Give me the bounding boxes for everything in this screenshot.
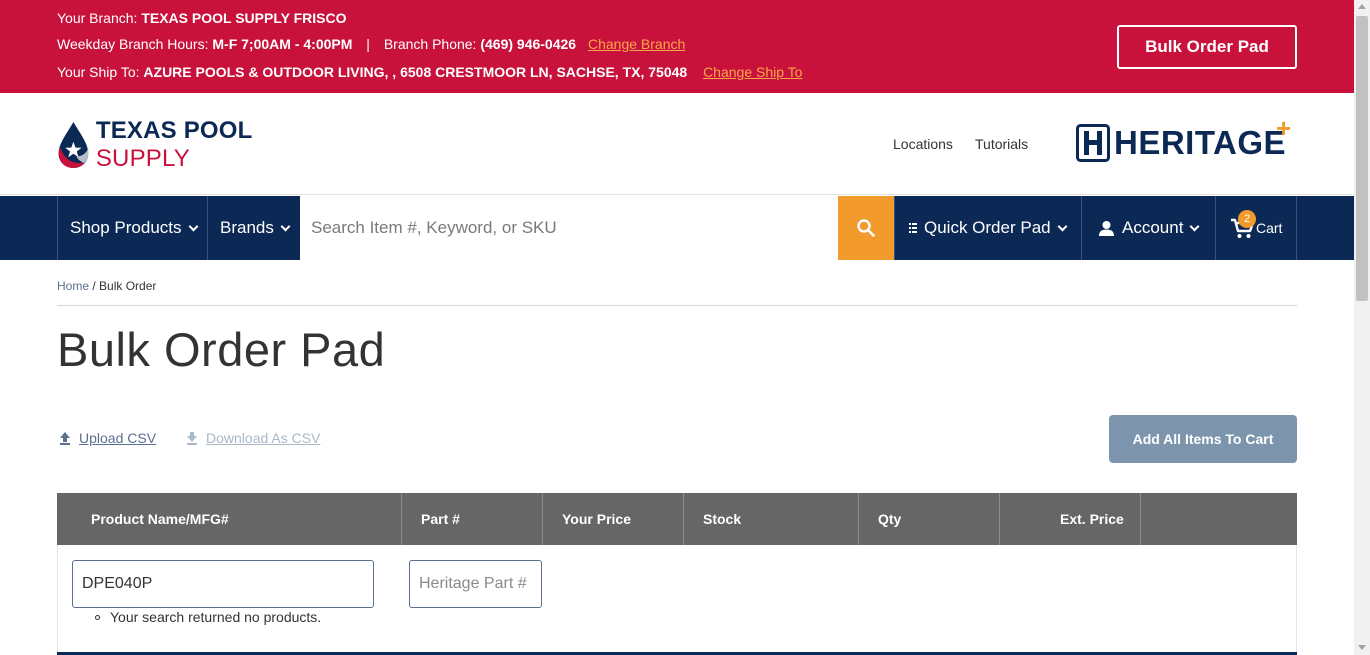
droplet-star-icon <box>58 122 89 168</box>
chevron-down-icon <box>188 221 198 231</box>
logo-word-2: SUPPLY <box>95 145 190 172</box>
upload-arrow-icon <box>60 432 70 445</box>
upload-csv-link[interactable]: Upload CSV <box>59 430 156 446</box>
branch-label: Your Branch: <box>57 10 138 26</box>
bulk-order-pad-button[interactable]: Bulk Order Pad <box>1117 25 1297 69</box>
ship-label: Your Ship To: <box>57 64 140 80</box>
heritage-logo[interactable]: HERITAGE + <box>1076 113 1291 165</box>
cart-count-badge: 2 <box>1238 210 1256 228</box>
cart-label: Cart <box>1256 220 1283 236</box>
download-arrow-icon <box>187 432 197 445</box>
hours-label: Weekday Branch Hours: <box>57 36 209 52</box>
site-logo[interactable]: TEXAS POOL SUPPLY <box>57 115 307 175</box>
breadcrumb-current: Bulk Order <box>99 279 157 293</box>
breadcrumb: Home / Bulk Order <box>57 279 156 293</box>
hours-value: M-F 7;00AM - 4:00PM <box>212 36 353 52</box>
phone-value: (469) 946-0426 <box>480 36 577 52</box>
hours-line: Weekday Branch Hours: M-F 7;00AM - 4:00P… <box>57 35 685 53</box>
ship-value: AZURE POOLS & OUTDOOR LIVING, , 6508 CRE… <box>143 64 688 80</box>
page-scrollbar[interactable] <box>1354 0 1370 655</box>
brands-label: Brands <box>220 218 274 237</box>
phone-label: Branch Phone: <box>383 36 477 52</box>
tutorials-link[interactable]: Tutorials <box>975 136 1028 152</box>
shop-products-menu[interactable]: Shop Products <box>57 196 207 260</box>
locations-link[interactable]: Locations <box>893 136 953 152</box>
branch-name: TEXAS POOL SUPPLY FRISCO <box>141 10 347 26</box>
cart-link[interactable]: Cart <box>1215 196 1297 260</box>
account-label: Account <box>1122 218 1184 237</box>
column-header: Product Name/MFG# <box>57 493 402 545</box>
brands-menu[interactable]: Brands <box>207 196 300 260</box>
change-branch-link[interactable]: Change Branch <box>588 36 685 52</box>
user-icon <box>1099 220 1114 236</box>
scroll-down-arrow-icon[interactable] <box>1358 645 1366 650</box>
shop-products-label: Shop Products <box>70 218 182 237</box>
part-number-input[interactable] <box>409 560 542 608</box>
account-menu[interactable]: Account <box>1081 196 1215 260</box>
search-button[interactable] <box>838 196 894 260</box>
quick-order-pad-menu[interactable]: Quick Order Pad <box>894 196 1081 260</box>
scrollbar-thumb[interactable] <box>1356 16 1368 301</box>
divider <box>57 305 1297 306</box>
heritage-h-icon <box>1076 124 1110 162</box>
change-ship-link[interactable]: Change Ship To <box>703 64 802 80</box>
page: Your Branch: TEXAS POOL SUPPLY FRISCO We… <box>0 0 1370 655</box>
branch-banner: Your Branch: TEXAS POOL SUPPLY FRISCO We… <box>0 0 1354 93</box>
scroll-up-arrow-icon[interactable] <box>1358 4 1366 9</box>
chevron-down-icon <box>1189 221 1200 231</box>
column-header: Qty <box>859 493 1000 545</box>
no-results-text: Your search returned no products. <box>110 609 322 625</box>
chevron-down-icon <box>280 221 291 231</box>
ship-line: Your Ship To: AZURE POOLS & OUTDOOR LIVI… <box>57 63 802 81</box>
breadcrumb-separator: / <box>92 279 96 293</box>
column-header: Your Price <box>543 493 684 545</box>
separator: | <box>366 36 370 52</box>
list-icon <box>909 223 917 233</box>
search-icon <box>857 219 875 237</box>
breadcrumb-home[interactable]: Home <box>57 279 89 293</box>
quick-order-pad-label: Quick Order Pad <box>924 218 1051 237</box>
no-results-message: Your search returned no products. <box>95 609 321 625</box>
column-header: Stock <box>684 493 859 545</box>
column-header: Part # <box>402 493 543 545</box>
logo-header: TEXAS POOL SUPPLY Locations Tutorials HE… <box>0 93 1354 195</box>
heritage-wordmark: HERITAGE <box>1114 124 1287 161</box>
plus-icon: + <box>1276 113 1292 143</box>
product-name-input[interactable] <box>72 560 374 608</box>
page-title: Bulk Order Pad <box>57 323 386 376</box>
main-nav: Shop Products Brands Quick Order Pad <box>0 196 1354 260</box>
upload-csv-label: Upload CSV <box>79 430 157 446</box>
logo-text: TEXAS POOL SUPPLY <box>96 117 307 173</box>
chevron-down-icon <box>1057 221 1068 231</box>
column-header: Ext. Price <box>1000 493 1141 545</box>
search-input[interactable] <box>300 196 838 260</box>
bullet-icon <box>95 614 100 620</box>
logo-word-1: TEXAS POOL <box>95 117 253 144</box>
download-csv-link[interactable]: Download As CSV <box>186 430 320 446</box>
add-all-to-cart-button[interactable]: Add All Items To Cart <box>1109 415 1297 463</box>
table-header: Product Name/MFG# Part # Your Price Stoc… <box>57 493 1297 545</box>
branch-line: Your Branch: TEXAS POOL SUPPLY FRISCO <box>57 9 346 27</box>
download-csv-label: Download As CSV <box>206 430 321 446</box>
